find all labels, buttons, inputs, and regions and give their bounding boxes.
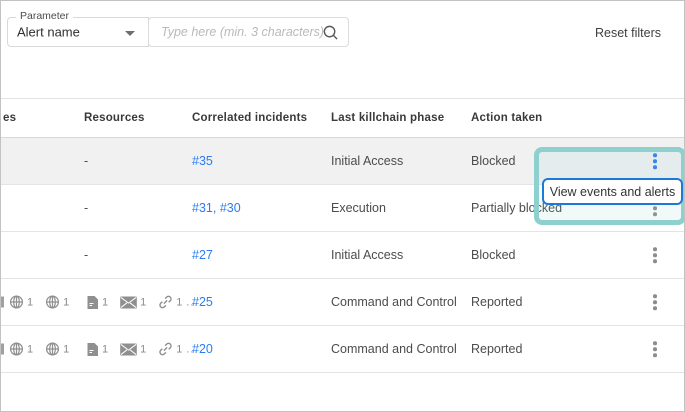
resources-icons: 1 1 1 ... bbox=[86, 342, 199, 357]
killchain-value: Command and Control bbox=[331, 295, 457, 309]
table-header: es Resources Correlated incidents Last k… bbox=[1, 98, 684, 138]
mail-icon bbox=[120, 343, 137, 355]
menu-item-view-events-and-alerts[interactable]: View events and alerts bbox=[550, 185, 676, 199]
icon-count: 1 bbox=[27, 296, 33, 308]
icon-count: 1 bbox=[102, 296, 108, 308]
incident-separator: , bbox=[213, 201, 220, 215]
sources-icons: 1 1 bbox=[9, 342, 69, 357]
clipped-icon bbox=[1, 297, 4, 308]
search-input[interactable]: Type here (min. 3 characters) bbox=[148, 17, 349, 47]
search-placeholder: Type here (min. 3 characters) bbox=[161, 25, 324, 39]
killchain-value: Command and Control bbox=[331, 342, 457, 356]
column-header-last-killchain-phase: Last killchain phase bbox=[331, 112, 444, 124]
killchain-value: Initial Access bbox=[331, 154, 403, 168]
column-header-action-taken: Action taken bbox=[471, 112, 542, 124]
link-icon bbox=[158, 342, 173, 357]
action-value: Reported bbox=[471, 295, 522, 309]
chevron-down-icon bbox=[125, 31, 135, 36]
resources-value: - bbox=[84, 154, 88, 168]
link-icon bbox=[158, 295, 173, 310]
incident-link[interactable]: #20 bbox=[192, 342, 213, 356]
incident-link[interactable]: #30 bbox=[220, 201, 241, 215]
icon-count: 1 bbox=[63, 343, 69, 355]
icon-count: 1 bbox=[140, 343, 146, 355]
row-menu-button[interactable] bbox=[649, 244, 661, 266]
column-header-correlated-incidents: Correlated incidents bbox=[192, 112, 307, 124]
resources-value: - bbox=[84, 201, 88, 215]
icon-count: 1 bbox=[176, 296, 182, 308]
incident-link[interactable]: #27 bbox=[192, 248, 213, 262]
parameter-select-value: Alert name bbox=[17, 25, 80, 40]
row-menu-button[interactable] bbox=[649, 338, 661, 360]
alerts-panel: Parameter Alert name Type here (min. 3 c… bbox=[0, 0, 685, 412]
file-icon bbox=[86, 342, 99, 356]
table-row[interactable]: 1 1 1 1 1 ... #25 Command and Control Re… bbox=[1, 279, 684, 326]
icon-count: 1 bbox=[140, 296, 146, 308]
icon-count: 1 bbox=[27, 343, 33, 355]
parameter-select-label: Parameter bbox=[16, 10, 73, 22]
globe-icon bbox=[9, 295, 24, 310]
sources-icons: 1 1 bbox=[9, 295, 69, 310]
table-row[interactable]: 1 1 1 1 1 ... #20 Command and Control Re… bbox=[1, 326, 684, 373]
resources-icons: 1 1 1 ... bbox=[86, 295, 199, 310]
icon-count: 1 bbox=[63, 296, 69, 308]
table-row[interactable]: - #27 Initial Access Blocked bbox=[1, 232, 684, 279]
table-body: - #35 Initial Access Blocked - #31, #30 … bbox=[1, 138, 684, 373]
resources-value: - bbox=[84, 248, 88, 262]
icon-count: 1 bbox=[102, 343, 108, 355]
file-icon bbox=[86, 295, 99, 309]
column-header-sources: es bbox=[3, 112, 16, 124]
globe-icon bbox=[45, 295, 60, 310]
clipped-icon bbox=[1, 344, 4, 355]
killchain-value: Execution bbox=[331, 201, 386, 215]
incident-link[interactable]: #31 bbox=[192, 201, 213, 215]
action-value: Blocked bbox=[471, 248, 515, 262]
action-value: Reported bbox=[471, 342, 522, 356]
search-icon[interactable] bbox=[322, 24, 339, 41]
parameter-select[interactable]: Parameter Alert name bbox=[7, 17, 149, 47]
column-header-resources: Resources bbox=[84, 112, 145, 124]
row-context-menu[interactable]: View events and alerts bbox=[542, 178, 683, 205]
killchain-value: Initial Access bbox=[331, 248, 403, 262]
globe-icon bbox=[45, 342, 60, 357]
row-menu-button[interactable] bbox=[649, 150, 661, 172]
incident-link[interactable]: #35 bbox=[192, 154, 213, 168]
row-menu-button[interactable] bbox=[649, 291, 661, 313]
incident-link[interactable]: #25 bbox=[192, 295, 213, 309]
icon-count: 1 bbox=[176, 343, 182, 355]
globe-icon bbox=[9, 342, 24, 357]
action-value: Blocked bbox=[471, 154, 515, 168]
reset-filters-button[interactable]: Reset filters bbox=[595, 26, 661, 40]
mail-icon bbox=[120, 296, 137, 308]
